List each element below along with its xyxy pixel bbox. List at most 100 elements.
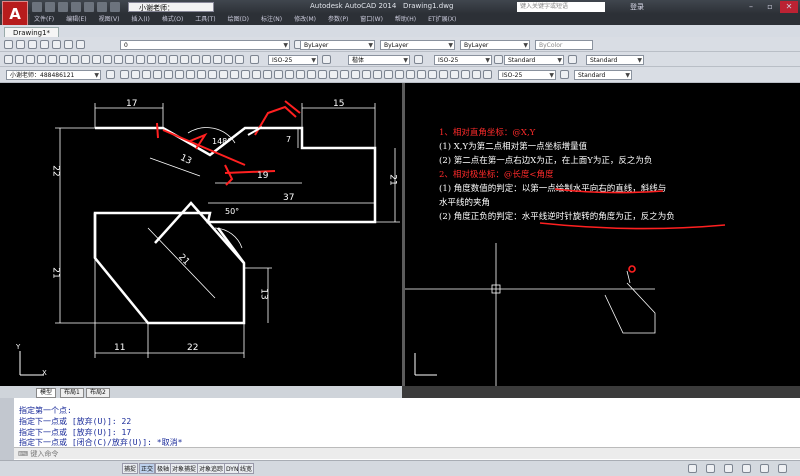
saveas-icon[interactable]	[71, 2, 81, 12]
status-toggle-2[interactable]: 极轴	[155, 463, 172, 474]
line-icon[interactable]	[4, 55, 13, 64]
mtext-icon[interactable]	[395, 70, 404, 79]
offset-icon[interactable]	[153, 70, 162, 79]
font-icon[interactable]	[322, 55, 331, 64]
xline-icon[interactable]	[450, 70, 459, 79]
multileader-combo[interactable]: Standard ▼	[586, 55, 644, 65]
polygon-icon[interactable]	[59, 55, 68, 64]
text-style2-icon[interactable]	[560, 70, 569, 79]
polyline-icon[interactable]	[15, 55, 24, 64]
arc-icon[interactable]	[37, 55, 46, 64]
menu-item-12[interactable]: ET扩展(X)	[428, 14, 456, 25]
dim-radius-icon[interactable]	[125, 55, 134, 64]
workspace-switch-icon[interactable]	[706, 464, 715, 473]
mirror-icon[interactable]	[142, 70, 151, 79]
scale-icon[interactable]	[197, 70, 206, 79]
dimstyle3-combo[interactable]: ISO-25 ▼	[498, 70, 556, 80]
clean-screen-icon[interactable]	[778, 464, 787, 473]
linetype-combo[interactable]: ByLayer ▼	[380, 40, 455, 50]
extend-icon[interactable]	[230, 70, 239, 79]
maximize-icon[interactable]: ▫	[761, 1, 779, 13]
point-icon[interactable]	[340, 70, 349, 79]
tolerance-icon[interactable]	[180, 55, 189, 64]
make-current-icon[interactable]	[76, 40, 85, 49]
menu-item-11[interactable]: 帮助(H)	[395, 14, 416, 25]
menu-item-9[interactable]: 参数(P)	[328, 14, 348, 25]
trim-icon[interactable]	[219, 70, 228, 79]
properties-icon[interactable]	[296, 70, 305, 79]
copy-icon[interactable]	[131, 70, 140, 79]
print-icon[interactable]	[84, 2, 94, 12]
dim-aligned-icon[interactable]	[103, 55, 112, 64]
block-icon[interactable]	[318, 70, 327, 79]
revcloud-icon[interactable]	[428, 70, 437, 79]
region-icon[interactable]	[373, 70, 382, 79]
lock-ui-icon[interactable]	[724, 464, 733, 473]
erase-icon[interactable]	[120, 70, 129, 79]
dimstyle-combo[interactable]: ISO-25 ▼	[268, 55, 318, 65]
login-button[interactable]: 登录	[630, 2, 644, 12]
insert-icon[interactable]	[329, 70, 338, 79]
rotate-icon[interactable]	[186, 70, 195, 79]
save-icon[interactable]	[58, 2, 68, 12]
open-icon[interactable]	[45, 2, 55, 12]
application-menu-button[interactable]: A	[2, 1, 28, 27]
menu-item-2[interactable]: 视图(V)	[99, 14, 120, 25]
dim-diameter-icon[interactable]	[136, 55, 145, 64]
status-toggle-4[interactable]: 对象追踪	[197, 463, 226, 474]
menu-item-6[interactable]: 绘图(D)	[228, 14, 249, 25]
donut-icon[interactable]	[472, 70, 481, 79]
join-icon[interactable]	[252, 70, 261, 79]
workspace-select[interactable]: 小谢老师：488486121	[128, 2, 214, 22]
close-icon[interactable]: ✕	[780, 1, 798, 13]
ray-icon[interactable]	[461, 70, 470, 79]
status-toggle-0[interactable]: 捕捉	[122, 463, 139, 474]
tab-layout2[interactable]: 布局2	[86, 388, 110, 398]
rectangle-icon[interactable]	[48, 55, 57, 64]
dimstyle-manager-icon[interactable]	[414, 55, 423, 64]
menu-item-10[interactable]: 窗口(W)	[360, 14, 383, 25]
move-icon[interactable]	[175, 70, 184, 79]
text-icon[interactable]	[81, 55, 90, 64]
undo-icon[interactable]	[97, 2, 107, 12]
dim-continue-icon[interactable]	[158, 55, 167, 64]
layer-color-icon[interactable]	[64, 40, 73, 49]
new-icon[interactable]	[32, 2, 42, 12]
chamfer-icon[interactable]	[263, 70, 272, 79]
hardware-accel-icon[interactable]	[760, 464, 769, 473]
isolate-icon[interactable]	[742, 464, 751, 473]
leader-icon[interactable]	[169, 55, 178, 64]
break-icon[interactable]	[241, 70, 250, 79]
drawing-viewport-right[interactable]: 1、相对直角坐标：@X,Y (1) X,Y为第二点相对第一点坐标增量值 (2) …	[405, 83, 800, 386]
menu-item-0[interactable]: 文件(F)	[34, 14, 54, 25]
redo-icon[interactable]	[110, 2, 120, 12]
table-icon[interactable]	[384, 70, 393, 79]
drawing-viewport-left[interactable]: 17 15 148° 13 7 19 37 22 21 21 50° 21 13…	[0, 83, 402, 386]
textstyle-combo[interactable]: 楷体 ▼	[348, 55, 410, 65]
hatch-icon[interactable]	[70, 55, 79, 64]
dim-angular-icon[interactable]	[114, 55, 123, 64]
layer-freeze-icon[interactable]	[40, 40, 49, 49]
text-style-icon[interactable]	[250, 55, 259, 64]
menu-item-5[interactable]: 工具(T)	[195, 14, 215, 25]
dim-linear-icon[interactable]	[92, 55, 101, 64]
menu-item-8[interactable]: 修改(M)	[294, 14, 316, 25]
search-input[interactable]: 键入关键字或短语	[517, 2, 605, 12]
status-toggle-3[interactable]: 对象捕捉	[170, 463, 199, 474]
layer-lock-icon[interactable]	[52, 40, 61, 49]
stretch-icon[interactable]	[208, 70, 217, 79]
plotstyle-combo[interactable]: ByColor	[535, 40, 593, 50]
match-prop-icon[interactable]	[307, 70, 316, 79]
annotation-scale-icon[interactable]	[688, 464, 697, 473]
command-input[interactable]: ⌨ 键入命令	[14, 447, 800, 459]
document-tab[interactable]: Drawing1*	[4, 27, 60, 37]
command-window-grip[interactable]	[0, 398, 14, 460]
array-icon[interactable]	[164, 70, 173, 79]
textstyle2-combo[interactable]: Standard ▼	[574, 70, 632, 80]
dim-text-edit-icon[interactable]	[213, 55, 222, 64]
ellipse-icon[interactable]	[362, 70, 371, 79]
tablestyle-combo[interactable]: Standard ▼	[504, 55, 564, 65]
workspace-combo[interactable]: 小谢老师：488486121 ▼	[6, 70, 101, 80]
multileader-style-icon[interactable]	[568, 55, 577, 64]
gradient-icon[interactable]	[406, 70, 415, 79]
